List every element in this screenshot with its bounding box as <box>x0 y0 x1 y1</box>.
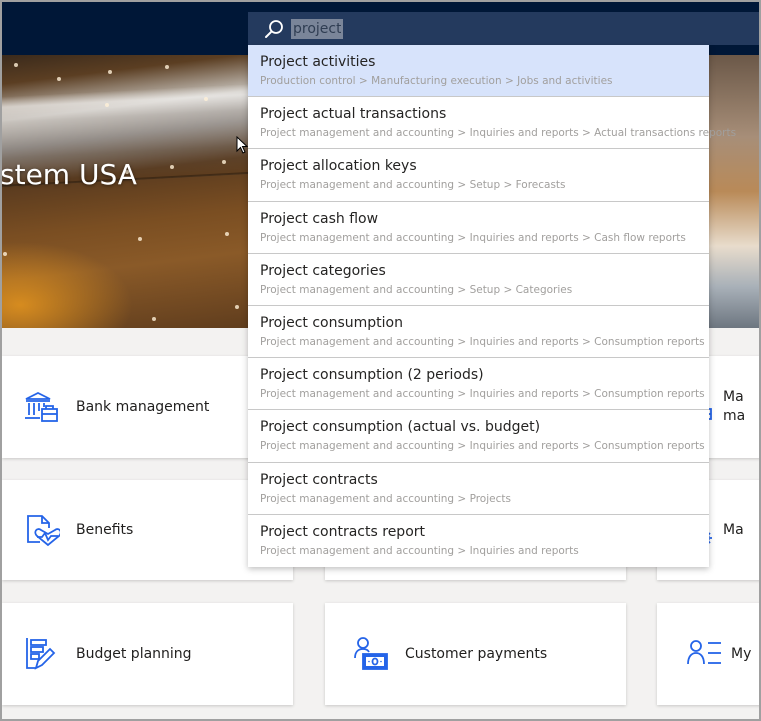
result-path: Project management and accounting > Inqu… <box>260 544 579 557</box>
search-result-item[interactable]: Project cash flow Project management and… <box>248 202 709 254</box>
hero-image-decoration <box>165 65 169 69</box>
result-path: Project management and accounting > Inqu… <box>260 388 705 401</box>
hero-image-decoration <box>3 252 7 256</box>
result-title: Project consumption <box>260 314 403 331</box>
search-input[interactable] <box>291 18 343 39</box>
search-bar[interactable] <box>248 12 761 45</box>
tile-label: Benefits <box>76 521 134 538</box>
document-heart-icon <box>27 515 60 547</box>
result-path: Project management and accounting > Inqu… <box>260 127 737 140</box>
hero-image-decoration <box>235 305 239 309</box>
hero-image-decoration <box>108 70 112 74</box>
result-path: Project management and accounting > Inqu… <box>260 335 705 348</box>
search-result-item[interactable]: Project consumption (2 periods) Project … <box>248 358 709 411</box>
result-title: Project contracts <box>260 471 378 488</box>
result-title: Project actual transactions <box>260 106 447 123</box>
tile-label-line: ma <box>723 408 746 424</box>
tile-label-line: Ma <box>723 389 744 405</box>
list-pencil-icon <box>26 638 56 670</box>
hero-image-decoration <box>14 63 18 67</box>
search-result-item[interactable]: Project categories Project management an… <box>248 254 709 306</box>
search-result-item[interactable]: Project actual transactions Project mana… <box>248 97 737 150</box>
hero-image-decoration <box>700 55 761 328</box>
search-results-dropdown: Project activities Production control > … <box>248 45 737 567</box>
result-path: Project management and accounting > Inqu… <box>260 231 686 244</box>
hero-image-decoration <box>152 317 156 321</box>
hero-image-decoration <box>222 160 226 164</box>
bank-briefcase-icon <box>25 391 58 422</box>
company-title: stem USA <box>0 158 137 191</box>
result-path: Project management and accounting > Proj… <box>260 492 511 505</box>
search-icon[interactable] <box>263 18 285 40</box>
hero-image-decoration <box>204 97 208 101</box>
mouse-cursor-icon <box>236 136 248 154</box>
tile-label: Budget planning <box>76 645 192 662</box>
result-title: Project categories <box>260 262 386 279</box>
search-result-item[interactable]: Project allocation keys Project manageme… <box>248 149 709 202</box>
tile-label: Customer payments <box>405 645 548 662</box>
tile-my[interactable]: My <box>657 603 761 705</box>
result-title: Project contracts report <box>260 523 425 540</box>
result-path: Project management and accounting > Setu… <box>260 179 566 192</box>
search-result-item[interactable]: Project consumption Project management a… <box>248 306 709 359</box>
result-path: Project management and accounting > Inqu… <box>260 440 705 453</box>
tile-customer-payments[interactable]: Customer payments <box>325 603 626 705</box>
result-title: Project consumption (actual vs. budget) <box>260 419 541 436</box>
result-path: Production control > Manufacturing execu… <box>260 75 613 87</box>
result-title: Project allocation keys <box>260 158 417 175</box>
hero-image-decoration <box>105 103 109 107</box>
result-title: Project activities <box>260 54 376 70</box>
tile-label: Ma ma <box>723 388 745 426</box>
search-result-item[interactable]: Project activities Production control > … <box>248 45 709 98</box>
tile-label: Bank management <box>76 398 210 415</box>
tile-label: Ma <box>723 521 744 538</box>
result-title: Project consumption (2 periods) <box>260 367 484 384</box>
search-result-item[interactable]: Project contracts Project management and… <box>248 463 709 515</box>
person-list-icon <box>687 640 721 665</box>
hero-image-decoration <box>225 232 229 236</box>
hero-image-decoration <box>57 77 61 81</box>
hero-image-decoration <box>170 165 174 169</box>
search-result-item[interactable]: Project contracts report Project managem… <box>248 515 709 567</box>
result-title: Project cash flow <box>260 210 379 227</box>
result-path: Project management and accounting > Setu… <box>260 283 573 296</box>
person-money-icon <box>354 637 388 670</box>
tile-label: My <box>731 645 752 662</box>
hero-image-decoration <box>138 237 142 241</box>
tile-budget-planning[interactable]: Budget planning <box>2 603 293 705</box>
search-result-item[interactable]: Project consumption (actual vs. budget) … <box>248 410 709 463</box>
